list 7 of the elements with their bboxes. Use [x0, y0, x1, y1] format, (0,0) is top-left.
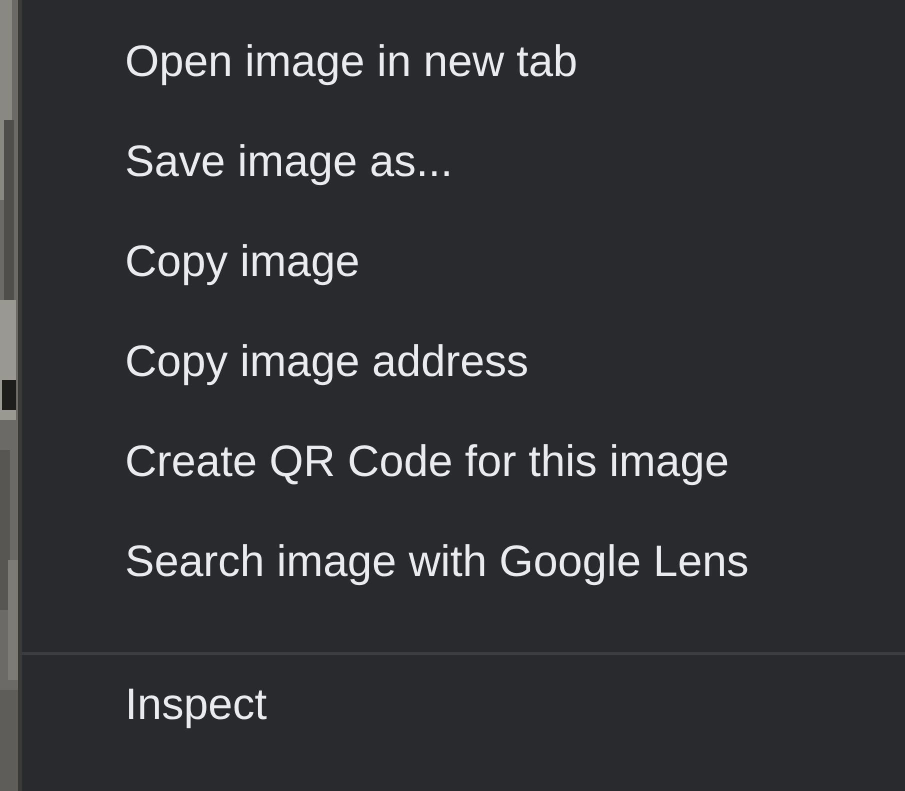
menu-item[interactable]: Save image as... — [22, 112, 905, 212]
menu-item[interactable]: Copy image address — [22, 312, 905, 412]
menu-item[interactable]: Create QR Code for this image — [22, 412, 905, 512]
menu-item[interactable]: Copy image — [22, 212, 905, 312]
menu-item[interactable]: Inspect — [22, 655, 905, 755]
menu-item[interactable]: Open image in new tab — [22, 12, 905, 112]
menu-item[interactable]: Search image with Google Lens — [22, 512, 905, 612]
